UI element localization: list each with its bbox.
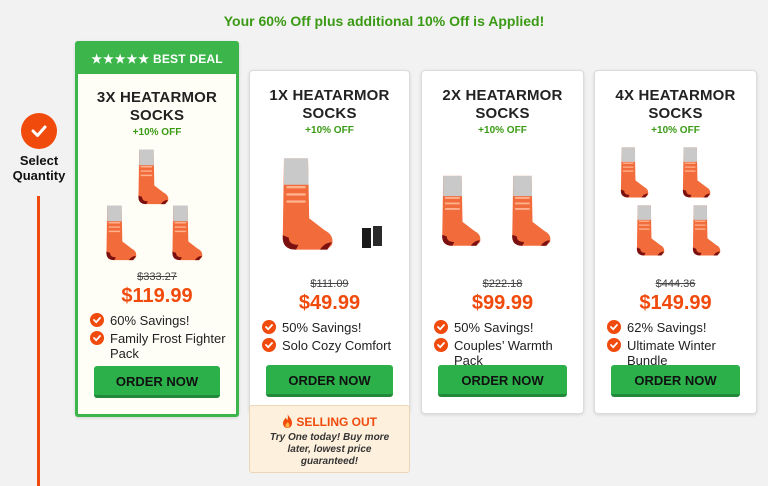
extra-discount-label: +10% OFF bbox=[478, 125, 527, 136]
step-progress-line bbox=[37, 196, 40, 486]
feature-list: 50% Savings! Solo Cozy Comfort bbox=[250, 320, 409, 353]
product-title: 4X HEATARMOR SOCKS bbox=[615, 87, 736, 122]
feature-item: 50% Savings! bbox=[262, 320, 399, 335]
product-card-2x[interactable]: 2X HEATARMOR SOCKS +10% OFF $222.18 $99.… bbox=[421, 70, 584, 414]
check-icon bbox=[607, 320, 621, 334]
order-now-button[interactable]: ORDER NOW bbox=[94, 366, 220, 398]
original-price: $444.36 bbox=[655, 278, 696, 290]
feature-list: 50% Savings! Couples’ Warmth Pack bbox=[422, 320, 583, 368]
check-icon bbox=[434, 320, 448, 334]
step-label: Select Quantity bbox=[12, 153, 66, 183]
original-price: $222.18 bbox=[482, 278, 523, 290]
original-price: $111.09 bbox=[310, 278, 349, 290]
check-icon bbox=[607, 338, 621, 352]
feature-list: 62% Savings! Ultimate Winter Bundle bbox=[595, 320, 756, 368]
discount-banner: Your 60% Off plus additional 10% Off is … bbox=[223, 13, 545, 29]
product-card-3x[interactable]: ★★★★★ BEST DEAL 3X HEATARMOR SOCKS +10% O… bbox=[75, 41, 239, 417]
best-deal-label: BEST DEAL bbox=[152, 52, 223, 66]
feature-text: Solo Cozy Comfort bbox=[282, 338, 392, 353]
product-card-4x[interactable]: 4X HEATARMOR SOCKS +10% OFF $444.36 $149… bbox=[594, 70, 757, 414]
original-price: $333.27 bbox=[137, 271, 177, 283]
product-title: 3X HEATARMOR SOCKS bbox=[96, 89, 218, 124]
feature-text: 62% Savings! bbox=[627, 320, 707, 335]
sale-price: $119.99 bbox=[121, 285, 193, 307]
sale-price: $49.99 bbox=[298, 292, 361, 314]
check-icon bbox=[262, 320, 276, 334]
feature-text: Couples’ Warmth Pack bbox=[454, 338, 553, 368]
check-icon bbox=[262, 338, 276, 352]
selling-out-text: Try One today! Buy more later, lowest pr… bbox=[269, 432, 390, 467]
extra-discount-label: +10% OFF bbox=[305, 125, 354, 136]
check-circle-icon bbox=[21, 113, 57, 149]
feature-list: 60% Savings! Family Frost Fighter Pack bbox=[78, 313, 236, 361]
best-deal-badge: ★★★★★ BEST DEAL bbox=[78, 44, 236, 74]
feature-text: Family Frost Fighter Pack bbox=[110, 331, 226, 361]
order-now-button[interactable]: ORDER NOW bbox=[438, 365, 567, 397]
extra-discount-label: +10% OFF bbox=[651, 125, 700, 136]
feature-item: Family Frost Fighter Pack bbox=[90, 331, 226, 361]
product-title: 2X HEATARMOR SOCKS bbox=[442, 87, 563, 122]
product-title: 1X HEATARMOR SOCKS bbox=[269, 87, 390, 122]
selling-out-heading: SELLING OUT bbox=[250, 414, 409, 429]
select-quantity-step: Select Quantity bbox=[8, 113, 70, 183]
product-image-1x-socks bbox=[250, 140, 409, 272]
selling-out-title: SELLING OUT bbox=[296, 415, 377, 429]
stars-icon: ★★★★★ bbox=[91, 52, 150, 66]
product-image-4x-socks bbox=[595, 140, 756, 272]
feature-item: Ultimate Winter Bundle bbox=[607, 338, 746, 368]
selling-out-notice: SELLING OUT Try One today! Buy more late… bbox=[249, 405, 410, 473]
product-card-1x[interactable]: 1X HEATARMOR SOCKS +10% OFF $111.09 $49.… bbox=[249, 70, 410, 414]
feature-item: 60% Savings! bbox=[90, 313, 226, 328]
check-icon bbox=[90, 331, 104, 345]
check-icon bbox=[434, 338, 448, 352]
product-image-3x-socks bbox=[78, 142, 236, 265]
check-icon bbox=[90, 313, 104, 327]
order-now-button[interactable]: ORDER NOW bbox=[611, 365, 740, 397]
flame-icon bbox=[282, 414, 296, 429]
order-now-button[interactable]: ORDER NOW bbox=[266, 365, 393, 397]
feature-text: Ultimate Winter Bundle bbox=[627, 338, 716, 368]
feature-text: 50% Savings! bbox=[282, 320, 362, 335]
feature-item: Solo Cozy Comfort bbox=[262, 338, 399, 353]
sale-price: $99.99 bbox=[471, 292, 534, 314]
feature-item: 50% Savings! bbox=[434, 320, 573, 335]
sale-price: $149.99 bbox=[639, 292, 712, 314]
feature-item: 62% Savings! bbox=[607, 320, 746, 335]
extra-discount-label: +10% OFF bbox=[132, 127, 182, 138]
feature-text: 60% Savings! bbox=[110, 313, 190, 328]
feature-item: Couples’ Warmth Pack bbox=[434, 338, 573, 368]
product-image-2x-socks bbox=[422, 140, 583, 272]
feature-text: 50% Savings! bbox=[454, 320, 534, 335]
